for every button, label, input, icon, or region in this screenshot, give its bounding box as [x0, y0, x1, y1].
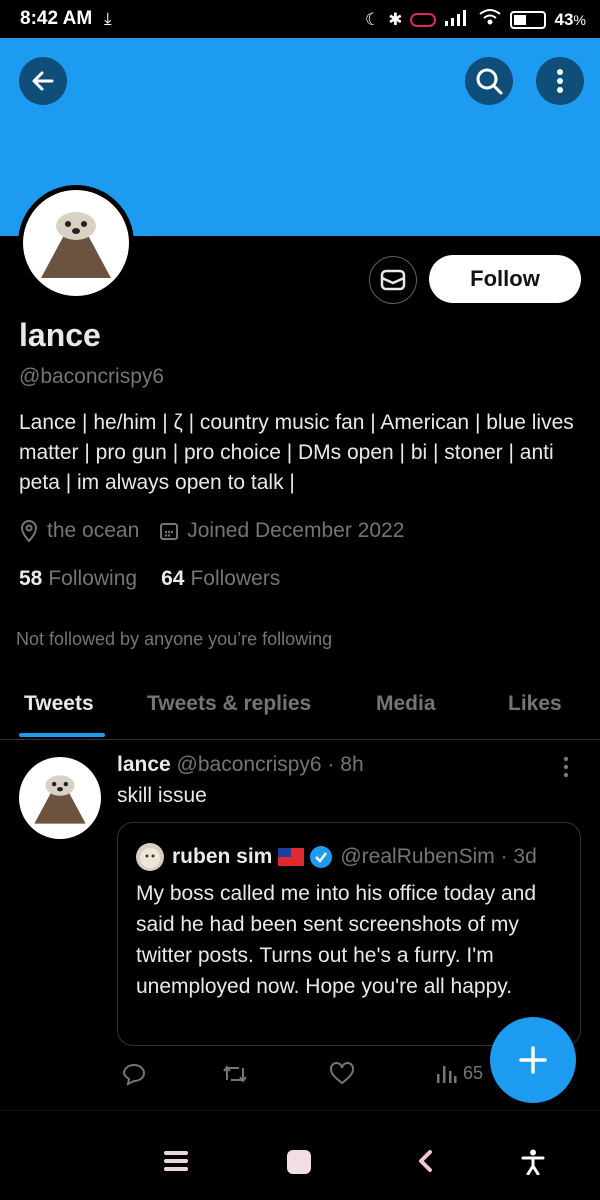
- more-vertical-icon: [557, 69, 563, 93]
- views-button[interactable]: 65: [435, 1062, 483, 1084]
- retweet-icon: [223, 1065, 247, 1083]
- not-followed-notice: Not followed by anyone you’re following: [16, 629, 333, 649]
- active-tab-indicator: [19, 733, 105, 737]
- profile-joined: Joined December 2022: [187, 519, 405, 542]
- chevron-left-icon: [419, 1150, 432, 1172]
- reply-button[interactable]: [121, 1062, 147, 1086]
- tweet-header: lance @baconcrispy6 · 8h: [117, 753, 364, 777]
- status-bar: 8:42 AM ⤓ ☾ ✱ 43%: [0, 0, 600, 38]
- menu-icon: [164, 1151, 188, 1171]
- quoted-tweet[interactable]: ruben sim @realRubenSim · 3d My boss cal…: [117, 822, 581, 1046]
- profile-handle: @baconcrispy6: [19, 365, 165, 388]
- envelope-icon: [380, 269, 406, 291]
- profile-location: the ocean: [47, 519, 140, 542]
- tweet-text: skill issue: [117, 784, 207, 807]
- tab-tweets[interactable]: Tweets: [24, 692, 94, 716]
- calendar-icon: [160, 523, 179, 540]
- plus-icon: [519, 1046, 547, 1074]
- profile-avatar[interactable]: [18, 185, 134, 301]
- views-chart-icon: [437, 1066, 457, 1083]
- followers-link[interactable]: 64 Followers: [161, 567, 280, 591]
- quoted-handle-time: @realRubenSim · 3d: [340, 845, 537, 868]
- quoted-avatar: [136, 843, 164, 871]
- signal-icon: [444, 8, 470, 31]
- quoted-tweet-header: ruben sim @realRubenSim · 3d: [136, 843, 537, 871]
- verified-badge-icon: [310, 846, 333, 868]
- dog-avatar-image: [140, 848, 160, 868]
- taiwan-flag-icon: [278, 848, 305, 866]
- download-icon: ⤓: [104, 9, 112, 28]
- following-link[interactable]: 58 Following: [19, 567, 137, 591]
- tab-media[interactable]: Media: [376, 692, 436, 716]
- tab-likes[interactable]: Likes: [508, 692, 562, 716]
- system-nav-bar: [0, 1110, 600, 1200]
- back-arrow-icon: [32, 71, 54, 91]
- compose-tweet-button[interactable]: [490, 1017, 576, 1103]
- location-pin-icon: [20, 520, 38, 542]
- follow-button[interactable]: Follow: [429, 255, 581, 303]
- status-icons: ☾ ✱ 43%: [365, 8, 586, 31]
- battery-icon: [510, 10, 547, 29]
- tweet-more-button[interactable]: [562, 756, 570, 783]
- battery-percent: 43%: [554, 9, 586, 29]
- recents-button[interactable]: [163, 1149, 189, 1178]
- profile-meta: the ocean Joined December 2022: [19, 519, 424, 543]
- profile-tabs: Tweets Tweets & replies Media Likes: [0, 680, 600, 740]
- status-time: 8:42 AM: [20, 8, 93, 29]
- search-button[interactable]: [465, 57, 513, 105]
- home-button[interactable]: [286, 1149, 312, 1180]
- moon-icon: ☾: [364, 9, 381, 29]
- tab-tweets-replies[interactable]: Tweets & replies: [147, 692, 311, 716]
- wifi-icon: [478, 8, 502, 31]
- back-button[interactable]: [19, 57, 67, 105]
- home-square-icon: [287, 1150, 311, 1174]
- profile-name: lance: [19, 317, 101, 353]
- otter-avatar-image: [41, 212, 111, 278]
- otter-avatar-image: [34, 775, 86, 824]
- more-options-button[interactable]: [536, 57, 584, 105]
- profile-bio: Lance | he/him | ζ | country music fan |…: [19, 411, 574, 494]
- retweet-button[interactable]: [221, 1062, 249, 1086]
- view-count: 65: [463, 1062, 484, 1083]
- tweet-actions: 65: [117, 1062, 497, 1094]
- tweet-avatar[interactable]: [19, 757, 101, 839]
- accessibility-icon: [521, 1149, 545, 1176]
- tweet-author-name[interactable]: lance: [117, 753, 171, 776]
- tweet-handle-time: @baconcrispy6 · 8h: [176, 753, 364, 776]
- system-back-button[interactable]: [416, 1149, 434, 1178]
- reply-icon: [122, 1063, 146, 1086]
- recording-icon: [410, 12, 437, 27]
- more-vertical-icon: [563, 756, 569, 778]
- accessibility-button[interactable]: [521, 1149, 545, 1180]
- message-button[interactable]: [369, 256, 417, 304]
- follow-counts: 58 Following 64 Followers: [19, 567, 304, 591]
- bluetooth-icon: ✱: [388, 9, 403, 29]
- heart-icon: [330, 1062, 354, 1085]
- like-button[interactable]: [329, 1062, 355, 1086]
- search-icon: [476, 68, 503, 95]
- quoted-tweet-text: My boss called me into his office today …: [136, 882, 536, 998]
- quoted-author-name: ruben sim: [172, 845, 273, 868]
